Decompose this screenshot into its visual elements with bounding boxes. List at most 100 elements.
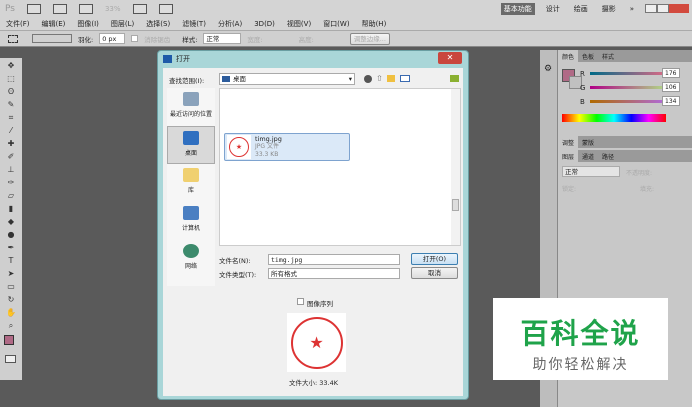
menu-file[interactable]: 文件(F) [6, 19, 30, 29]
toolbox: ✥ ⬚ ʘ ✎ ⌗ ⁄ ✚ ✐ ⊥ ✑ ▱ ▮ ◆ ● ✒ T ➤ ▭ ↻ ✋ … [0, 58, 22, 380]
b-value[interactable]: 134 [662, 96, 680, 106]
place-network[interactable]: 网络 [167, 240, 215, 278]
feather-input[interactable]: 0 px [99, 33, 126, 44]
look-in-select[interactable]: 桌面 ▾ [219, 73, 355, 85]
bridge-icon[interactable] [26, 3, 41, 14]
tab-styles[interactable]: 样式 [598, 50, 618, 62]
eyedropper-tool-icon[interactable]: ⁄ [5, 126, 17, 136]
brush-tool-icon[interactable]: ✐ [5, 152, 17, 162]
crop-tool-icon[interactable]: ⌗ [5, 113, 17, 123]
tab-paths[interactable]: 路径 [598, 150, 618, 162]
healing-tool-icon[interactable]: ✚ [5, 139, 17, 149]
file-item-timg[interactable]: ★ timg.jpg JPG 文件 33.3 KB [224, 133, 350, 161]
move-tool-icon[interactable]: ✥ [5, 61, 17, 71]
layers-panel: 正常 不透明度: 锁定: 填充: [558, 162, 692, 202]
menu-image[interactable]: 图像(I) [77, 19, 99, 29]
dialog-close-button[interactable]: ✕ [438, 52, 462, 64]
back-icon[interactable] [364, 75, 372, 83]
chevron-down-icon: ▾ [348, 75, 352, 83]
hand-tool-icon[interactable]: ✋ [5, 308, 17, 318]
new-folder-icon[interactable] [387, 75, 395, 82]
shape-tool-icon[interactable]: ▭ [5, 282, 17, 292]
marquee-tool-icon[interactable]: ⬚ [5, 74, 17, 84]
minimize-button[interactable] [645, 4, 657, 13]
tab-channels[interactable]: 通道 [578, 150, 598, 162]
file-type: JPG 文件 [255, 143, 279, 150]
menu-3d[interactable]: 3D(D) [254, 20, 275, 28]
file-thumbnail: ★ [229, 137, 249, 157]
scroll-thumb[interactable] [452, 199, 459, 211]
selection-mode-icons[interactable] [32, 34, 72, 43]
pen-tool-icon[interactable]: ✒ [5, 243, 17, 253]
eraser-tool-icon[interactable]: ▱ [5, 191, 17, 201]
tab-masks[interactable]: 蒙版 [578, 136, 598, 148]
place-computer[interactable]: 计算机 [167, 202, 215, 240]
tab-swatches[interactable]: 色板 [578, 50, 598, 62]
blur-tool-icon[interactable]: ◆ [5, 217, 17, 227]
menu-help[interactable]: 帮助(H) [362, 19, 387, 29]
blend-mode-select[interactable]: 正常 [562, 166, 620, 177]
workspace-essentials[interactable]: 基本功能 [500, 2, 535, 15]
place-desktop[interactable]: 桌面 [167, 126, 215, 164]
screen-mode-icon[interactable] [158, 3, 173, 14]
height-label: 高度: [298, 35, 314, 44]
view-extras-icon[interactable] [78, 3, 93, 14]
style-select[interactable]: 正常 [203, 33, 242, 44]
desktop-icon [222, 76, 230, 82]
place-recent[interactable]: 最近访问的位置 [167, 88, 215, 126]
3d-rotate-icon[interactable]: ↻ [5, 295, 17, 305]
antialias-checkbox[interactable] [131, 35, 139, 42]
gradient-tool-icon[interactable]: ▮ [5, 204, 17, 214]
tab-layers[interactable]: 图层 [558, 150, 579, 162]
scrollbar[interactable] [451, 89, 460, 245]
workspace-photography[interactable]: 摄影 [599, 3, 619, 15]
menu-view[interactable]: 视图(V) [287, 19, 311, 29]
color-ramp[interactable] [562, 114, 666, 122]
dodge-tool-icon[interactable]: ● [5, 230, 17, 240]
marquee-tool-icon[interactable] [8, 34, 18, 43]
place-label: 计算机 [181, 225, 200, 232]
tab-adjustments[interactable]: 调整 [558, 136, 579, 148]
menu-layer[interactable]: 图层(L) [111, 19, 134, 29]
type-tool-icon[interactable]: T [5, 256, 17, 266]
stamp-tool-icon[interactable]: ⊥ [5, 165, 17, 175]
filetype-select[interactable]: 所有格式 [268, 268, 400, 279]
menu-window[interactable]: 窗口(W) [323, 19, 349, 29]
zoom-level[interactable]: 33% [105, 5, 121, 13]
antialias-label: 消除锯齿 [144, 35, 171, 44]
place-libraries[interactable]: 库 [167, 164, 215, 202]
up-folder-icon[interactable]: ⇧ [376, 74, 383, 83]
watermark: 百科全说 助你轻松解决 [493, 298, 668, 380]
filesize-label: 文件大小: 33.4K [289, 379, 338, 387]
workspace-design[interactable]: 设计 [543, 3, 563, 15]
lasso-tool-icon[interactable]: ʘ [5, 87, 17, 97]
zoom-tool-icon[interactable]: ⌕ [5, 321, 17, 331]
g-value[interactable]: 106 [662, 82, 680, 92]
menu-analysis[interactable]: 分析(A) [218, 19, 242, 29]
mini-bridge-icon[interactable] [52, 3, 67, 14]
path-select-icon[interactable]: ➤ [5, 269, 17, 279]
foreground-color-swatch[interactable] [4, 335, 14, 345]
r-value[interactable]: 176 [662, 68, 680, 78]
cancel-button[interactable]: 取消 [411, 267, 458, 279]
filename-input[interactable]: timg.jpg [268, 254, 400, 265]
quick-mask-icon[interactable] [5, 355, 16, 363]
menu-filter[interactable]: 滤镜(T) [182, 19, 206, 29]
open-button[interactable]: 打开(O) [411, 253, 458, 265]
workspace-painting[interactable]: 绘画 [571, 3, 591, 15]
history-brush-icon[interactable]: ✑ [5, 178, 17, 188]
view-menu-icon[interactable] [400, 75, 410, 82]
workspace-more[interactable]: » [627, 4, 637, 14]
quick-select-tool-icon[interactable]: ✎ [5, 100, 17, 110]
restore-button[interactable] [657, 4, 669, 13]
menu-edit[interactable]: 编辑(E) [42, 19, 66, 29]
menu-select[interactable]: 选择(S) [146, 19, 170, 29]
image-sequence-checkbox[interactable] [297, 298, 304, 305]
arrange-icon[interactable] [132, 3, 147, 14]
close-button[interactable] [669, 4, 689, 13]
tab-color[interactable]: 颜色 [558, 50, 579, 62]
refine-edge-button[interactable]: 调整边缘... [349, 32, 390, 45]
history-panel-icon[interactable]: ⚙ [544, 64, 552, 74]
place-label: 最近访问的位置 [169, 111, 212, 118]
folder-green-icon[interactable] [450, 75, 459, 82]
